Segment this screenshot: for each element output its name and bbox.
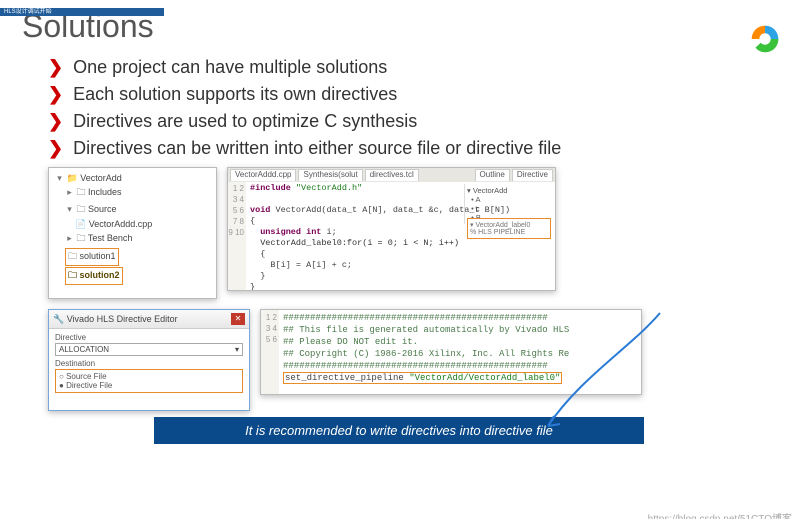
bullet-text: Directives are used to optimize C synthe… bbox=[73, 111, 417, 132]
tree-testbench[interactable]: ▸ 🗀 Test Bench bbox=[65, 231, 210, 247]
tab-directive[interactable]: Directive bbox=[512, 169, 553, 181]
tree-source[interactable]: ▾ 🗀 Source bbox=[65, 202, 210, 218]
line-gutter: 1 2 3 4 5 6 7 8 9 10 bbox=[228, 168, 246, 290]
tree-root[interactable]: ▾ 📁 VectorAdd bbox=[55, 173, 210, 184]
bullet-text: Directives can be written into either so… bbox=[73, 138, 561, 159]
chevron-right-icon: ❯ bbox=[48, 138, 63, 159]
tree-solution1[interactable]: 🗀 solution1 bbox=[65, 248, 210, 266]
bullet-item: ❯ Each solution supports its own directiv… bbox=[48, 84, 798, 105]
bullet-item: ❯ One project can have multiple solutions bbox=[48, 57, 798, 78]
close-icon[interactable]: ✕ bbox=[231, 313, 245, 325]
line-gutter: 1 2 3 4 5 6 bbox=[261, 310, 279, 394]
tree-solution2[interactable]: 🗀 solution2 bbox=[65, 267, 210, 285]
recommendation-banner: It is recommended to write directives in… bbox=[154, 417, 644, 444]
chevron-right-icon: ❯ bbox=[48, 111, 63, 132]
tab-cpp[interactable]: VectorAddd.cpp bbox=[230, 169, 296, 181]
directive-editor-dialog: 🔧 Vivado HLS Directive Editor ✕ Directiv… bbox=[48, 309, 250, 411]
chevron-right-icon: ❯ bbox=[48, 84, 63, 105]
project-tree-panel: ▾ 📁 VectorAdd ▸ 🗀 Includes ▾ 🗀 Source 📄 … bbox=[48, 167, 217, 299]
tab-directives[interactable]: directives.tcl bbox=[365, 169, 419, 181]
tab-outline[interactable]: Outline bbox=[475, 169, 510, 181]
destination-box[interactable]: ○ Source File ● Directive File bbox=[55, 369, 243, 393]
directive-highlight-box: ▾ VectorAdd_label0 % HLS PIPELINE bbox=[467, 218, 551, 239]
chevron-down-icon: ▾ bbox=[235, 345, 239, 354]
watermark-text: https://blog.csdn.net/51CTO博客 bbox=[648, 510, 792, 519]
bullet-text: Each solution supports its own directive… bbox=[73, 84, 397, 105]
bullet-item: ❯ Directives are used to optimize C synth… bbox=[48, 111, 798, 132]
bullet-list: ❯ One project can have multiple solutions… bbox=[48, 57, 798, 159]
directive-select[interactable]: ALLOCATION ▾ bbox=[55, 343, 243, 356]
tree-source-file[interactable]: 📄 VectorAddd.cpp bbox=[75, 219, 210, 230]
tab-synthesis[interactable]: Synthesis(solut bbox=[298, 169, 362, 181]
bullet-text: One project can have multiple solutions bbox=[73, 57, 387, 78]
chevron-right-icon: ❯ bbox=[48, 57, 63, 78]
dialog-titlebar: 🔧 Vivado HLS Directive Editor ✕ bbox=[49, 310, 249, 329]
code-editor-panel: VectorAddd.cpp Synthesis(solut directive… bbox=[227, 167, 556, 291]
directive-label: Directive bbox=[55, 333, 243, 342]
triangle-icon: ▾ bbox=[55, 173, 64, 184]
top-strip: HLS设计调试开始 bbox=[0, 8, 164, 16]
tree-includes[interactable]: ▸ 🗀 Includes bbox=[65, 185, 210, 201]
editor-tabs[interactable]: VectorAddd.cpp Synthesis(solut directive… bbox=[228, 168, 555, 182]
destination-label: Destination bbox=[55, 359, 243, 368]
tcl-file-panel: 1 2 3 4 5 6 ############################… bbox=[260, 309, 642, 395]
tencent-video-logo-icon bbox=[746, 20, 784, 58]
tcl-code[interactable]: ########################################… bbox=[279, 310, 641, 394]
dialog-title: 🔧 Vivado HLS Directive Editor bbox=[53, 314, 178, 325]
bullet-item: ❯ Directives can be written into either s… bbox=[48, 138, 798, 159]
